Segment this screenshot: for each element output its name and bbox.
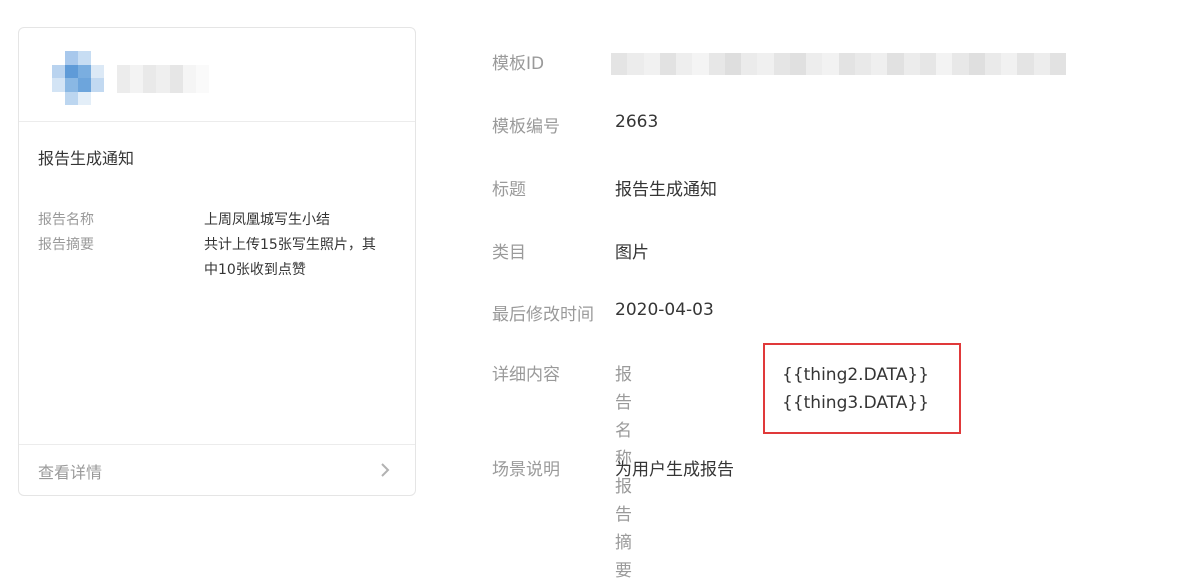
label-scenario: 场景说明 — [492, 460, 560, 480]
field-value: 上周凤凰城写生小结 — [204, 212, 330, 228]
card-field-row: 报告摘要 共计上传15张写生照片，其中10张收到点赞 — [38, 233, 398, 283]
avatar — [52, 51, 104, 105]
view-details-label: 查看详情 — [38, 463, 103, 482]
value-template-number: 2663 — [615, 112, 659, 132]
label-title: 标题 — [492, 180, 526, 200]
value-category: 图片 — [615, 243, 649, 263]
label-category: 类目 — [492, 243, 526, 263]
chevron-right-icon — [381, 463, 390, 477]
field-value: 共计上传15张写生照片，其中10张收到点赞 — [204, 237, 376, 278]
card-header — [19, 28, 415, 122]
card-field-row: 报告名称 上周凤凰城写生小结 — [38, 208, 398, 233]
account-name-blurred — [117, 65, 209, 93]
label-template-id: 模板ID — [492, 54, 545, 74]
label-content: 详细内容 — [492, 365, 560, 385]
message-preview-card: 报告生成通知 报告名称 上周凤凰城写生小结 报告摘要 共计上传15张写生照片，其… — [18, 27, 416, 496]
highlight-annotation-box — [763, 343, 961, 434]
label-last-modified: 最后修改时间 — [492, 305, 594, 325]
value-last-modified: 2020-04-03 — [615, 300, 714, 320]
label-template-number: 模板编号 — [492, 117, 560, 137]
content-key: 报告摘要 — [615, 477, 632, 581]
value-title: 报告生成通知 — [615, 180, 717, 200]
view-details-link[interactable]: 查看详情 — [19, 444, 415, 495]
card-title: 报告生成通知 — [38, 149, 135, 168]
value-scenario: 为用户生成报告 — [615, 460, 734, 480]
card-fields: 报告名称 上周凤凰城写生小结 报告摘要 共计上传15张写生照片，其中10张收到点… — [38, 208, 398, 283]
field-label: 报告名称 — [38, 212, 94, 228]
field-label: 报告摘要 — [38, 237, 94, 253]
template-id-blurred — [611, 53, 1066, 75]
